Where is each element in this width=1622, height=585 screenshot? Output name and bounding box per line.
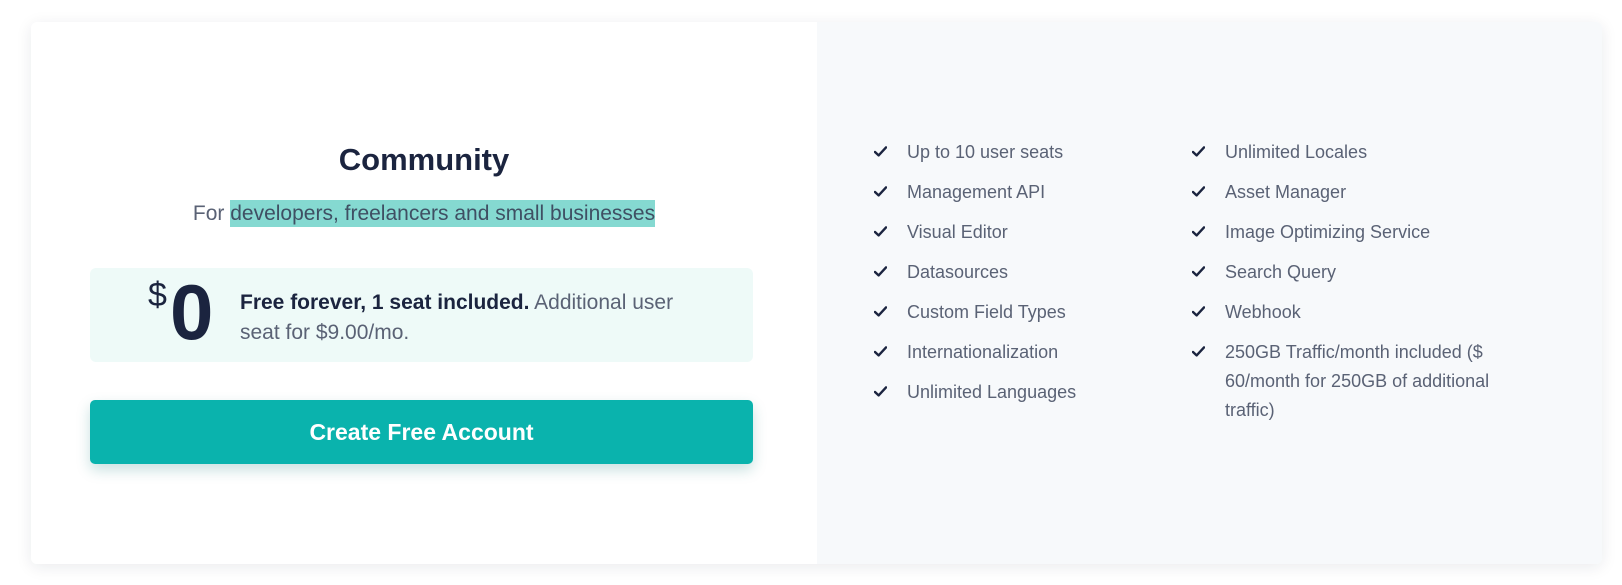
plan-panel: Community For developers, freelancers an… — [31, 22, 817, 564]
feature-label: Up to 10 user seats — [907, 142, 1064, 162]
feature-label: Webhook — [1225, 302, 1301, 322]
feature-item: Webhook — [1192, 298, 1522, 327]
check-icon — [874, 306, 888, 317]
feature-item: Unlimited Locales — [1192, 138, 1522, 167]
feature-item: 250GB Traffic/month included ($ 60/month… — [1192, 338, 1522, 425]
feature-item: Management API — [874, 178, 1184, 207]
price-strong-text: Free forever, 1 seat included. — [240, 291, 530, 314]
check-icon — [1192, 306, 1206, 317]
feature-label: Unlimited Locales — [1225, 142, 1368, 162]
feature-item: Datasources — [874, 258, 1184, 287]
check-icon — [1192, 346, 1206, 357]
subtitle-prefix: For — [192, 202, 231, 225]
feature-label: Visual Editor — [907, 222, 1008, 242]
price-box: $ 0 Free forever, 1 seat included. Addit… — [90, 268, 753, 362]
feature-label: Asset Manager — [1225, 182, 1347, 202]
price-amount: 0 — [170, 268, 214, 356]
price-description: Free forever, 1 seat included. Additiona… — [240, 288, 680, 349]
check-icon — [1192, 186, 1206, 197]
features-column-1: Up to 10 user seats Management API Visual … — [874, 138, 1184, 418]
feature-item: Image Optimizing Service — [1192, 218, 1522, 247]
features-panel: Up to 10 user seats Management API Visual … — [817, 22, 1602, 564]
plan-subtitle: For developers, freelancers and small bu… — [31, 200, 817, 227]
feature-label: Search Query — [1225, 262, 1337, 282]
check-icon — [1192, 226, 1206, 237]
check-icon — [874, 386, 888, 397]
feature-item: Internationalization — [874, 338, 1184, 367]
check-icon — [874, 146, 888, 157]
check-icon — [874, 226, 888, 237]
feature-label: Datasources — [907, 262, 1009, 282]
check-icon — [874, 346, 888, 357]
feature-item: Unlimited Languages — [874, 378, 1184, 407]
feature-label: Management API — [907, 182, 1046, 202]
feature-label: Custom Field Types — [907, 302, 1066, 322]
subtitle-highlight: developers, freelancers and small busine… — [230, 200, 656, 227]
check-icon — [874, 186, 888, 197]
feature-item: Custom Field Types — [874, 298, 1184, 327]
check-icon — [1192, 266, 1206, 277]
feature-label: 250GB Traffic/month included ($ 60/month… — [1225, 342, 1490, 420]
check-icon — [874, 266, 888, 277]
feature-label: Internationalization — [907, 342, 1059, 362]
feature-item: Up to 10 user seats — [874, 138, 1184, 167]
feature-item: Asset Manager — [1192, 178, 1522, 207]
create-free-account-button[interactable]: Create Free Account — [90, 400, 753, 464]
plan-title: Community — [338, 142, 510, 177]
price-currency: $ — [148, 276, 167, 314]
feature-label: Unlimited Languages — [907, 382, 1077, 402]
check-icon — [1192, 146, 1206, 157]
pricing-card: Community For developers, freelancers an… — [31, 22, 1602, 564]
features-column-2: Unlimited Locales Asset Manager Image Opti… — [1192, 138, 1522, 436]
feature-item: Search Query — [1192, 258, 1522, 287]
feature-label: Image Optimizing Service — [1225, 222, 1431, 242]
feature-item: Visual Editor — [874, 218, 1184, 247]
